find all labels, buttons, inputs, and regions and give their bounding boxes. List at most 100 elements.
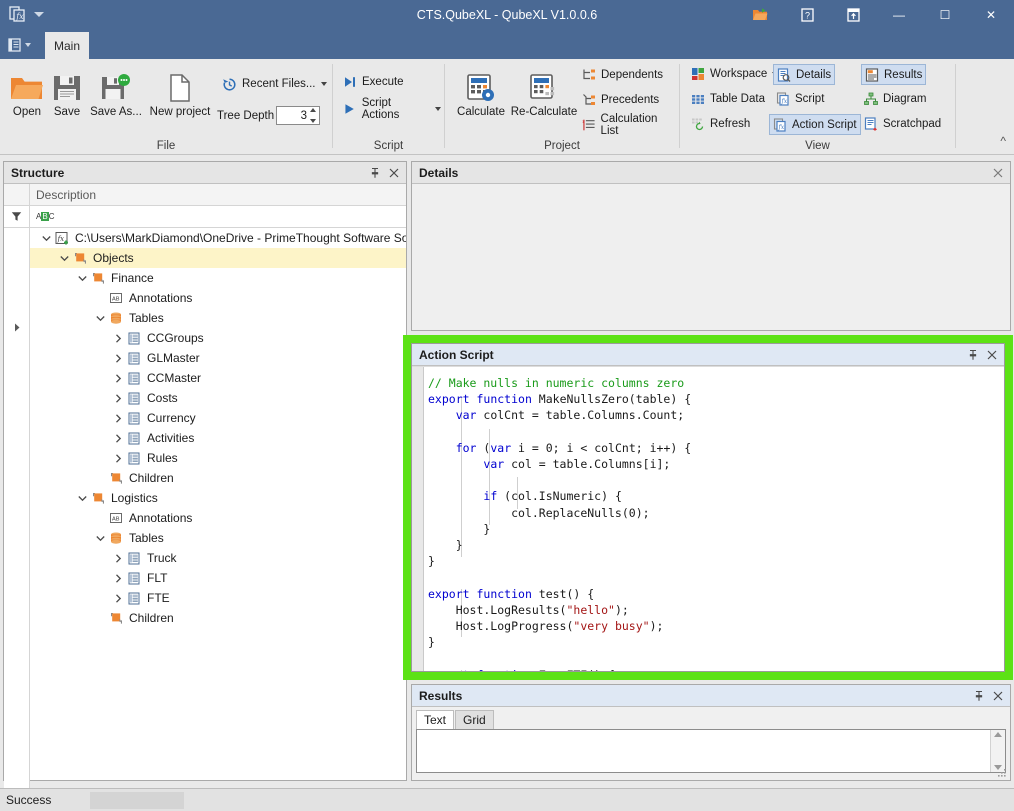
tree-node-annotations[interactable]: ABAnnotations: [30, 508, 406, 528]
chevron-down-icon[interactable]: [92, 310, 108, 326]
calculate-button[interactable]: Calculate: [453, 63, 509, 118]
tree-node-glmaster[interactable]: GLMaster: [30, 348, 406, 368]
code-editor[interactable]: // Make nulls in numeric columns zero ex…: [412, 366, 1004, 671]
app-formula-icon[interactable]: fx: [8, 4, 28, 24]
precedents-button[interactable]: Precedents: [579, 91, 662, 109]
stepper-arrows[interactable]: [308, 108, 317, 123]
open-button[interactable]: Open: [6, 63, 48, 118]
chevron-right-icon[interactable]: [110, 590, 126, 606]
filter-abc-label: ABC: [36, 212, 54, 221]
row-indicator-arrow[interactable]: [14, 321, 21, 335]
table-icon: [126, 570, 143, 586]
tree-node-logistics[interactable]: Logistics: [30, 488, 406, 508]
table-data-button[interactable]: Table Data: [688, 90, 768, 108]
ribbon-collapse-button[interactable]: ^: [1000, 134, 1006, 148]
tree-node-children[interactable]: Children: [30, 468, 406, 488]
chevron-right-icon[interactable]: [110, 350, 126, 366]
recalculate-button[interactable]: Re-Calculate: [509, 63, 579, 118]
dock-icon[interactable]: [830, 0, 876, 30]
chevron-down-icon[interactable]: [435, 107, 441, 111]
funnel-icon[interactable]: [4, 206, 30, 227]
resize-grip[interactable]: [997, 767, 1007, 777]
refresh-button[interactable]: Refresh: [688, 115, 753, 133]
tree-node-annotations[interactable]: ABAnnotations: [30, 288, 406, 308]
close-icon[interactable]: [990, 688, 1006, 704]
chevron-down-icon[interactable]: [38, 230, 54, 246]
tree-node-c-users-markdiamond-onedrive[interactable]: fxC:\Users\MarkDiamond\OneDrive - PrimeT…: [30, 228, 406, 248]
results-output[interactable]: [416, 729, 1006, 773]
chevron-down-icon[interactable]: [56, 250, 72, 266]
tree-node-tables[interactable]: Tables: [30, 528, 406, 548]
tree-node-currency[interactable]: Currency: [30, 408, 406, 428]
chevron-right-icon[interactable]: [110, 430, 126, 446]
tree-depth-stepper[interactable]: 3: [276, 106, 320, 125]
results-scrollbar[interactable]: [990, 730, 1005, 772]
chevron-down-icon[interactable]: [74, 270, 90, 286]
chevron-down-icon[interactable]: [321, 82, 327, 86]
close-icon[interactable]: [386, 165, 402, 181]
chevron-down-icon[interactable]: [92, 530, 108, 546]
tree-filter-row[interactable]: ABC: [4, 206, 406, 228]
pin-icon[interactable]: [971, 688, 987, 704]
chevron-right-icon[interactable]: [110, 450, 126, 466]
maximize-button[interactable]: ☐: [922, 0, 968, 30]
tree-node-activities[interactable]: Activities: [30, 428, 406, 448]
tree-node-flt[interactable]: FLT: [30, 568, 406, 588]
tree-node-rules[interactable]: Rules: [30, 448, 406, 468]
tab-text[interactable]: Text: [416, 710, 454, 729]
chevron-down-icon[interactable]: [310, 119, 316, 123]
execute-button[interactable]: Execute: [340, 73, 407, 91]
scroll-up-icon[interactable]: [994, 732, 1002, 737]
tree-node-ccgroups[interactable]: CCGroups: [30, 328, 406, 348]
chevron-right-icon[interactable]: [110, 550, 126, 566]
chevron-down-icon[interactable]: [74, 490, 90, 506]
chevron-down-icon[interactable]: [34, 12, 44, 17]
tree-node-label: Objects: [93, 251, 134, 265]
close-button[interactable]: ✕: [968, 0, 1014, 30]
code-text[interactable]: // Make nulls in numeric columns zero ex…: [428, 375, 816, 671]
column-header-description[interactable]: Description: [30, 184, 406, 205]
recent-files-button[interactable]: Recent Files...: [219, 75, 330, 93]
tree-node-fte[interactable]: FTE: [30, 588, 406, 608]
results-button[interactable]: Results: [861, 64, 926, 85]
script-button[interactable]: fx Script: [773, 90, 827, 108]
open-folder-icon[interactable]: [738, 0, 784, 30]
minimize-button[interactable]: —: [876, 0, 922, 30]
chevron-right-icon[interactable]: [110, 390, 126, 406]
close-icon[interactable]: [984, 347, 1000, 363]
chevron-down-icon[interactable]: [25, 43, 31, 47]
chevron-right-icon[interactable]: [110, 370, 126, 386]
tree-node-tables[interactable]: Tables: [30, 308, 406, 328]
action-script-button[interactable]: fx Action Script: [769, 114, 861, 135]
menu-icon[interactable]: [7, 33, 37, 56]
calculation-list-button[interactable]: 1 Calculation List: [579, 116, 679, 134]
pin-icon[interactable]: [367, 165, 383, 181]
svg-text:?: ?: [805, 11, 810, 21]
tree-node-truck[interactable]: Truck: [30, 548, 406, 568]
filter-mode-indicator[interactable]: ABC: [30, 212, 406, 221]
scratchpad-button[interactable]: Scratchpad: [861, 115, 944, 133]
help-icon[interactable]: ?: [784, 0, 830, 30]
chevron-right-icon[interactable]: [110, 570, 126, 586]
diagram-button[interactable]: Diagram: [861, 90, 929, 108]
chevron-right-icon[interactable]: [110, 330, 126, 346]
workspace-button[interactable]: Workspace: [688, 65, 781, 83]
tree-node-costs[interactable]: Costs: [30, 388, 406, 408]
close-icon[interactable]: [990, 165, 1006, 181]
chevron-up-icon[interactable]: [310, 108, 316, 112]
script-actions-button[interactable]: Script Actions: [340, 100, 444, 118]
tab-grid[interactable]: Grid: [455, 710, 494, 729]
save-as-button[interactable]: Save As...: [86, 63, 146, 118]
pin-icon[interactable]: [965, 347, 981, 363]
tree-node-objects[interactable]: Objects: [30, 248, 406, 268]
dependents-button[interactable]: Dependents: [579, 66, 666, 84]
tree-node-children[interactable]: Children: [30, 608, 406, 628]
save-button[interactable]: Save: [48, 63, 86, 118]
tab-main[interactable]: Main: [45, 32, 89, 59]
details-button[interactable]: Details: [773, 64, 835, 85]
new-project-button[interactable]: New project: [146, 63, 214, 118]
tree-node-finance[interactable]: Finance: [30, 268, 406, 288]
chevron-right-icon[interactable]: [110, 410, 126, 426]
quick-access-toolbar[interactable]: fx: [8, 4, 44, 24]
tree-node-ccmaster[interactable]: CCMaster: [30, 368, 406, 388]
